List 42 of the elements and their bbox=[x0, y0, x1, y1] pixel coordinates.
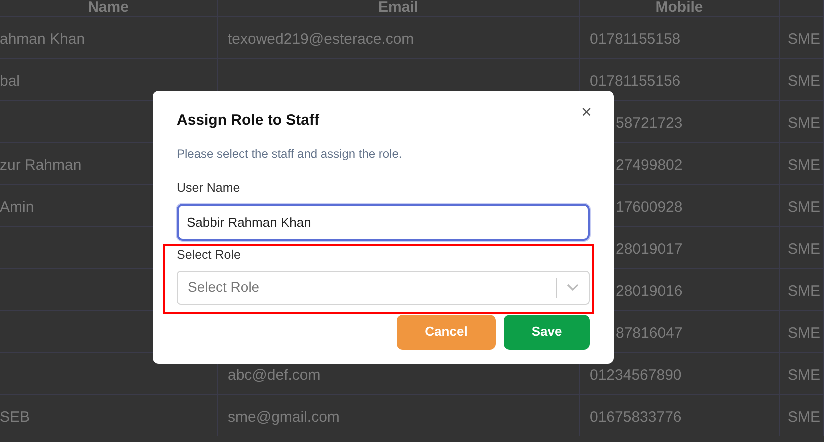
column-header: Name bbox=[88, 0, 129, 16]
table-cell: SME bbox=[788, 326, 821, 342]
save-button[interactable]: Save bbox=[504, 314, 590, 350]
dialog-description: Please select the staff and assign the role. bbox=[177, 146, 404, 162]
table-cell: SME bbox=[788, 158, 821, 174]
table-cell: SME bbox=[788, 368, 821, 384]
table-cell: 01781155158 bbox=[590, 32, 681, 48]
table-cell: SME bbox=[788, 200, 821, 216]
dropdown-placeholder: Select Role bbox=[188, 278, 261, 297]
table-cell: 27499802 bbox=[616, 158, 683, 174]
table-cell: 17600928 bbox=[616, 200, 683, 216]
field-label: Select Role bbox=[177, 248, 241, 262]
table-cell: bal bbox=[0, 74, 20, 90]
table-cell: 58721723 bbox=[616, 116, 683, 132]
table-cell: zur Rahman bbox=[0, 158, 82, 174]
table-cell: SME bbox=[788, 410, 821, 426]
table-cell: 01781155156 bbox=[590, 74, 681, 90]
table-cell: 01234567890 bbox=[590, 368, 682, 384]
table-cell: SME bbox=[788, 32, 821, 48]
table-cell: 87816047 bbox=[616, 326, 683, 342]
chevron-down-icon bbox=[566, 283, 580, 292]
close-button[interactable]: × bbox=[581, 103, 592, 121]
table-cell: SME bbox=[788, 116, 821, 132]
dialog-title: Assign Role to Staff bbox=[177, 111, 320, 131]
column-header: Mobile bbox=[656, 0, 704, 16]
table-cell: 28019017 bbox=[616, 242, 683, 258]
table-cell: ahman Khan bbox=[0, 32, 86, 48]
table-cell: abc@def.com bbox=[228, 368, 321, 384]
column-header: Email bbox=[378, 0, 419, 16]
table-cell: SEB bbox=[0, 410, 30, 426]
table-cell: texowed219@esterace.com bbox=[228, 32, 414, 48]
table-cell: SME bbox=[788, 74, 821, 90]
table-cell: sme@gmail.com bbox=[228, 410, 340, 426]
table-cell: Amin bbox=[0, 200, 34, 216]
table-cell: 01675833776 bbox=[590, 410, 682, 426]
role-dropdown[interactable]: Select Role bbox=[177, 270, 590, 304]
user-name-field[interactable]: Sabbir Rahman Khan bbox=[177, 204, 590, 240]
cancel-button[interactable]: Cancel bbox=[397, 314, 496, 350]
table-cell: 28019016 bbox=[616, 284, 683, 300]
table-cell: SME bbox=[788, 242, 821, 258]
table-cell: SME bbox=[788, 284, 821, 300]
field-label: User Name bbox=[177, 180, 240, 194]
